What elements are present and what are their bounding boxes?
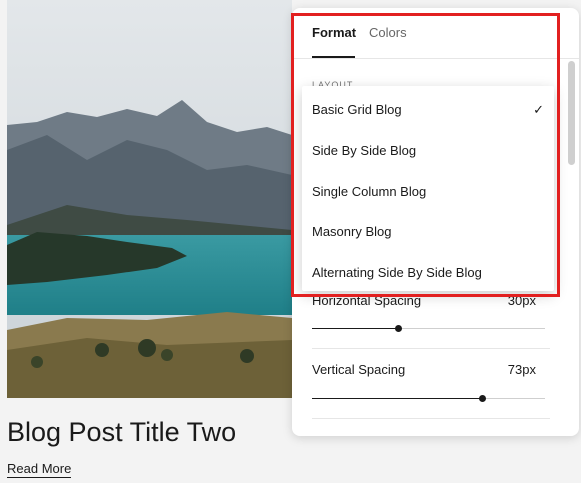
- layout-dropdown-menu: Basic Grid Blog ✓ Side By Side Blog Sing…: [302, 86, 554, 291]
- dropdown-option-side-by-side[interactable]: Side By Side Blog: [302, 131, 554, 172]
- option-label: Side By Side Blog: [312, 143, 417, 158]
- dropdown-option-single-column[interactable]: Single Column Blog: [302, 172, 554, 213]
- active-tab-indicator: [312, 56, 355, 58]
- option-label: Single Column Blog: [312, 184, 427, 199]
- tab-colors[interactable]: Colors: [369, 25, 407, 40]
- post-title[interactable]: Blog Post Title Two: [7, 417, 236, 448]
- vertical-spacing-slider[interactable]: [312, 395, 545, 402]
- check-icon: ✓: [533, 102, 544, 117]
- vertical-spacing-fill: [312, 398, 483, 399]
- divider: [312, 418, 550, 419]
- horizontal-spacing-fill: [312, 328, 399, 329]
- vertical-spacing-thumb[interactable]: [479, 395, 487, 402]
- panel-scrollbar[interactable]: [568, 61, 575, 165]
- dropdown-option-basic-grid[interactable]: Basic Grid Blog ✓: [302, 90, 554, 131]
- vertical-spacing-value: 73px: [507, 362, 536, 377]
- divider: [312, 348, 550, 349]
- horizontal-spacing-slider[interactable]: [312, 325, 545, 332]
- dropdown-option-alternating[interactable]: Alternating Side By Side Blog: [302, 253, 554, 291]
- blog-post-image[interactable]: [7, 0, 292, 398]
- option-label: Masonry Blog: [312, 224, 392, 239]
- settings-tabs: Format Colors: [292, 8, 579, 59]
- option-label: Basic Grid Blog: [312, 102, 402, 117]
- horizontal-spacing-thumb[interactable]: [395, 325, 403, 332]
- read-more-link[interactable]: Read More: [7, 461, 72, 478]
- horizontal-spacing-label: Horizontal Spacing: [312, 293, 422, 308]
- tab-format[interactable]: Format: [312, 25, 356, 40]
- dropdown-option-masonry[interactable]: Masonry Blog: [302, 212, 554, 253]
- option-label: Alternating Side By Side Blog: [312, 265, 482, 280]
- horizontal-spacing-value: 30px: [507, 293, 536, 308]
- vertical-spacing-label: Vertical Spacing: [312, 362, 406, 377]
